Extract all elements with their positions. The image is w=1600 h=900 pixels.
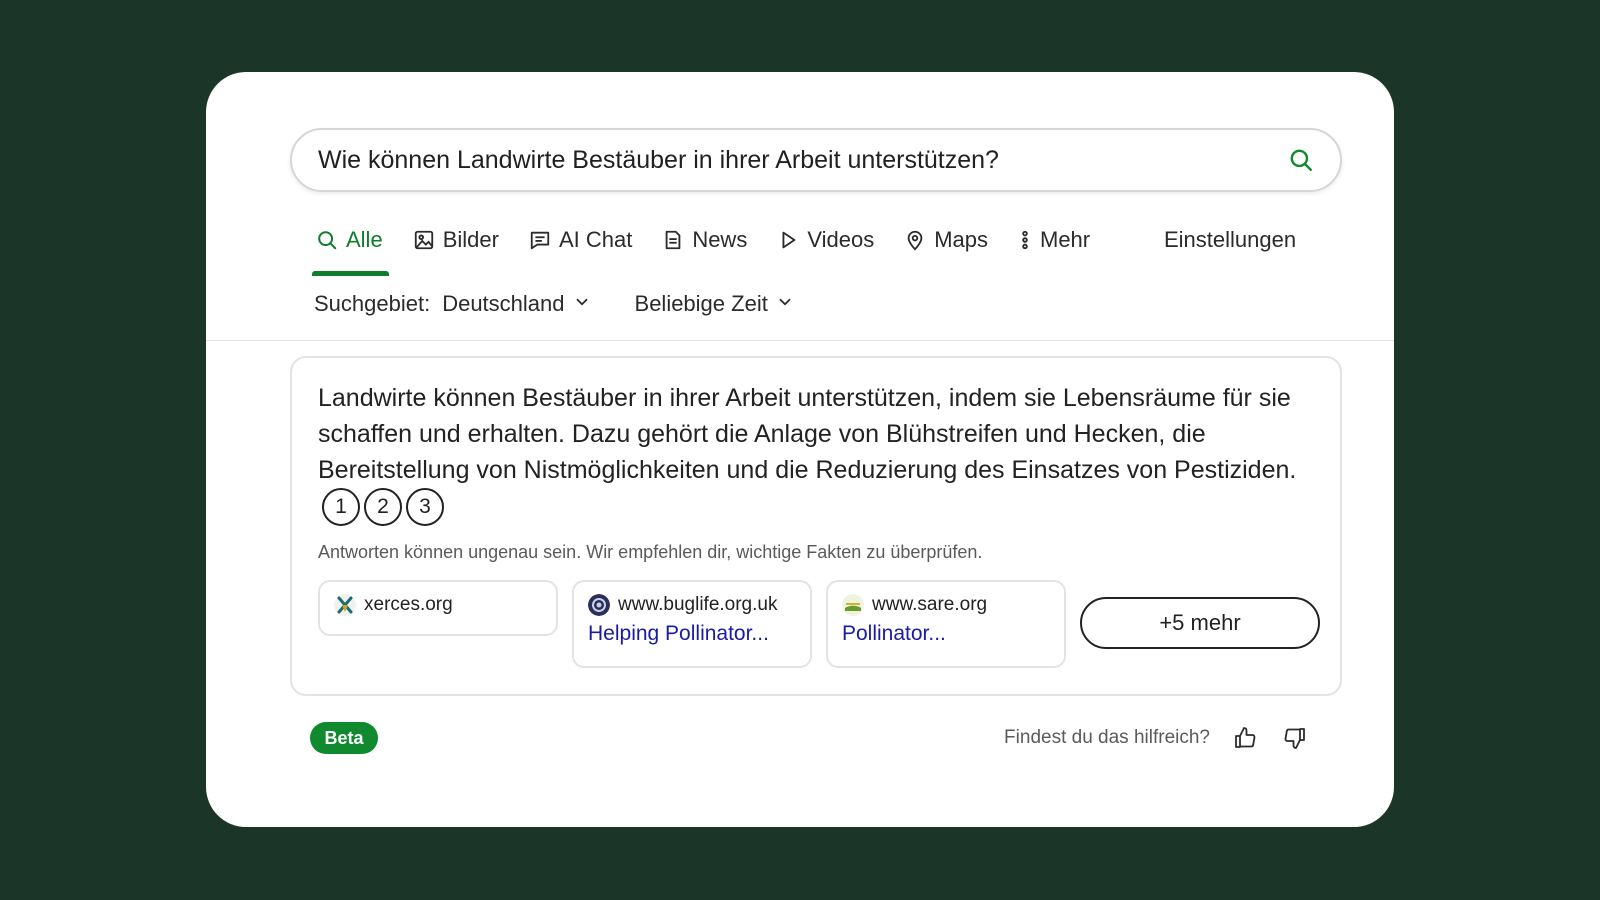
tab-bilder[interactable]: Bilder [413,212,499,268]
settings-link[interactable]: Einstellungen [1164,212,1296,268]
region-filter-label: Suchgebiet: [314,291,431,316]
ai-answer-box: Landwirte können Bestäuber in ihrer Arbe… [290,356,1342,696]
source-title: Pollinator... [842,622,946,645]
answer-disclaimer: Antworten können ungenau sein. Wir empfe… [318,542,983,562]
citation-3[interactable]: 3 [406,488,444,527]
filter-bar: Suchgebiet: Deutschland Beliebige Zeit [314,284,794,324]
tab-alle[interactable]: Alle [312,212,389,276]
answer-body: Landwirte können Bestäuber in ihrer Arbe… [318,384,1297,484]
region-filter[interactable]: Suchgebiet: Deutschland [314,291,591,317]
thumbs-down-icon[interactable] [1280,723,1310,753]
tab-maps[interactable]: Maps [904,212,988,268]
source-card-buglife[interactable]: www.buglife.org.uk Helping Pollinator... [572,580,812,668]
source-domain: www.buglife.org.uk [618,594,778,615]
region-filter-value: Deutschland [442,291,565,316]
xerces-favicon-icon [334,594,356,616]
buglife-favicon-icon [588,594,610,616]
chevron-down-icon [573,291,591,317]
tab-label: Bilder [442,227,499,252]
image-icon [413,229,435,251]
time-filter[interactable]: Beliebige Zeit [635,291,794,317]
source-title: Helping Pollinator... [588,622,769,645]
map-pin-icon [904,229,926,251]
play-icon [777,229,799,251]
source-card-xerces[interactable]: xerces.org [318,580,558,636]
tab-label: Mehr [1040,227,1091,252]
more-vertical-icon [1018,229,1032,251]
sare-favicon-icon [842,594,864,616]
search-bar[interactable] [290,128,1342,192]
tab-label: Alle [346,227,383,252]
tab-videos[interactable]: Videos [777,212,874,268]
search-card: Alle Bilder AI Chat News [206,72,1394,827]
news-icon [662,229,684,251]
feedback-question: Findest du das hilfreich? [1004,727,1210,748]
tab-label: AI Chat [558,227,633,252]
source-list: xerces.org www.buglife.org.uk Helping Po… [318,580,1320,668]
tab-label: Maps [934,227,988,252]
source-card-sare[interactable]: www.sare.org Pollinator... [826,580,1066,668]
source-domain: www.sare.org [872,594,988,615]
search-input[interactable] [318,145,1286,175]
chat-icon [529,229,551,251]
search-icon [316,229,338,251]
thumbs-up-icon[interactable] [1230,723,1260,753]
feedback-bar: Findest du das hilfreich? [1004,720,1310,756]
more-sources-button[interactable]: +5 mehr [1080,597,1320,649]
tab-bar: Alle Bilder AI Chat News Videos Maps Meh… [206,212,1394,344]
tab-news[interactable]: News [662,212,747,268]
tab-divider [206,340,1394,341]
tab-label: News [692,227,748,252]
tab-label: Videos [807,227,875,252]
tab-mehr[interactable]: Mehr [1018,212,1090,268]
beta-badge: Beta [310,722,378,754]
answer-text: Landwirte können Bestäuber in ihrer Arbe… [318,380,1318,527]
search-icon[interactable] [1286,145,1316,175]
time-filter-value: Beliebige Zeit [634,291,768,316]
source-domain: xerces.org [364,594,453,615]
chevron-down-icon [776,291,794,317]
citation-2[interactable]: 2 [364,488,402,527]
tab-ai-chat[interactable]: AI Chat [529,212,632,268]
citation-1[interactable]: 1 [322,488,360,527]
